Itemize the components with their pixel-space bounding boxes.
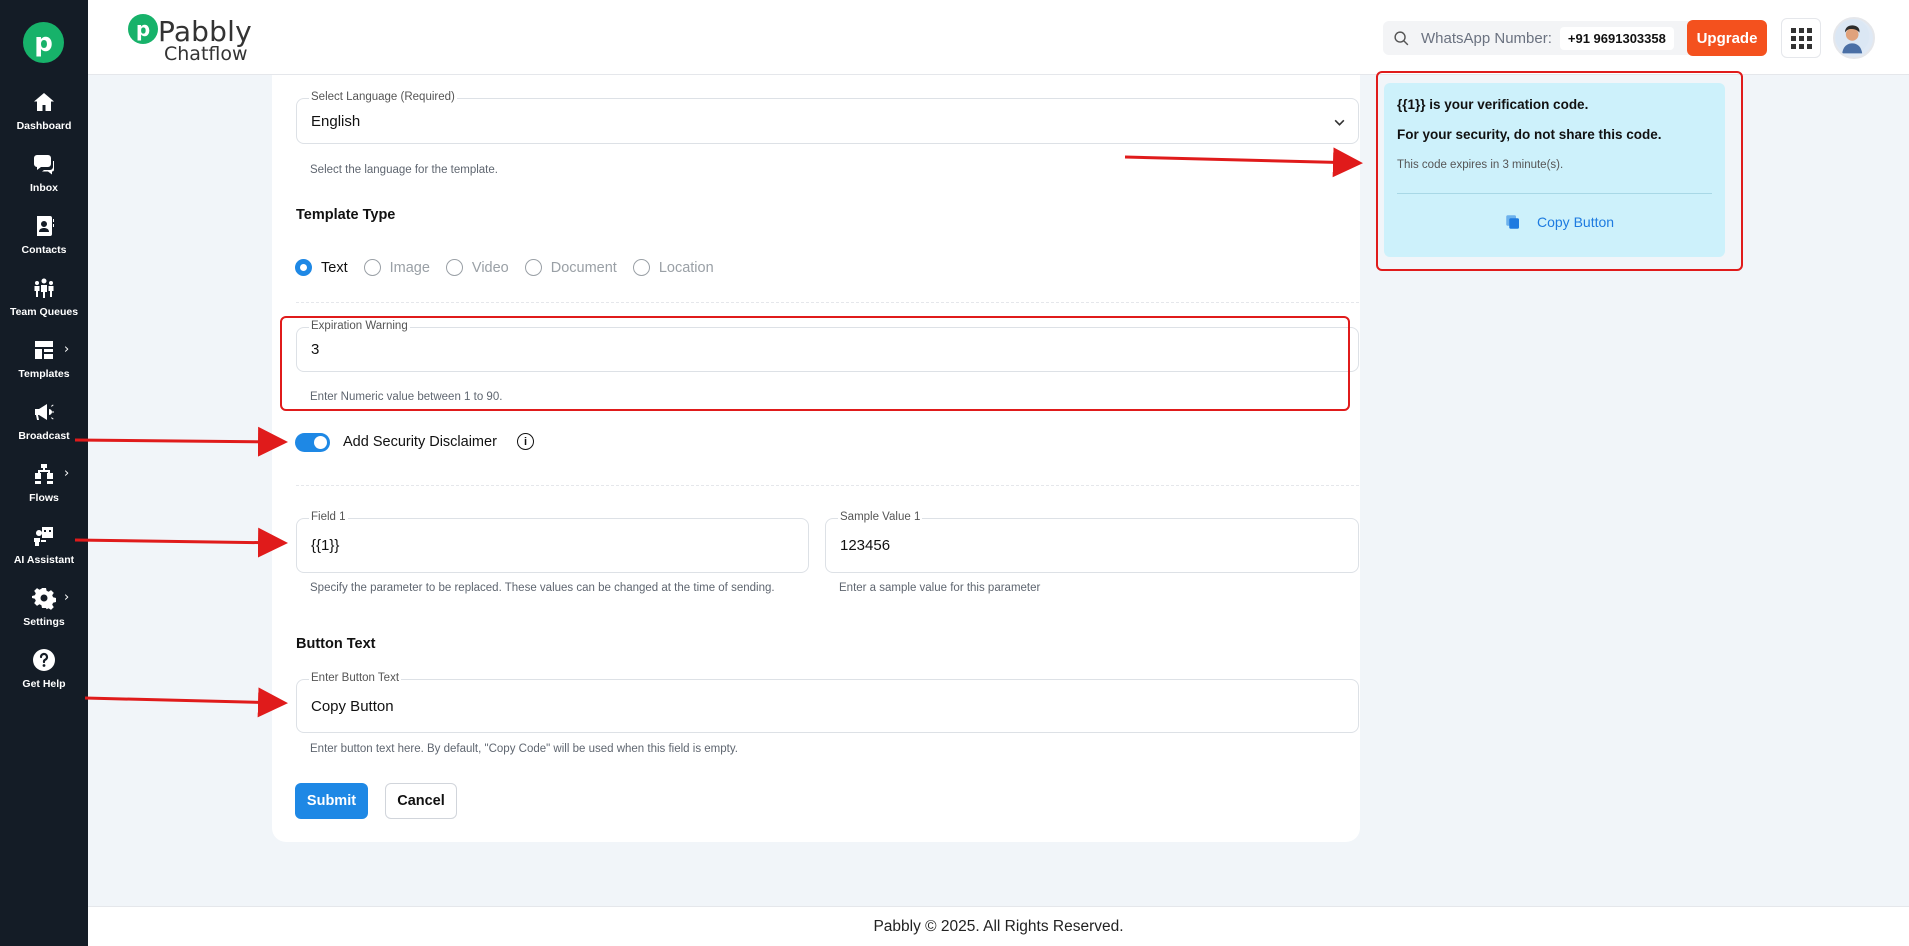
footer: Pabbly © 2025. All Rights Reserved. <box>88 906 1909 946</box>
arrow-to-toggle <box>74 426 288 457</box>
arrow-to-preview <box>1124 147 1363 178</box>
arrow-to-button-text <box>84 687 288 718</box>
footer-copyright: Pabbly © 2025. All Rights Reserved. <box>873 917 1124 935</box>
arrow-to-field-1 <box>74 527 288 558</box>
annotation-arrows <box>74 147 1363 718</box>
